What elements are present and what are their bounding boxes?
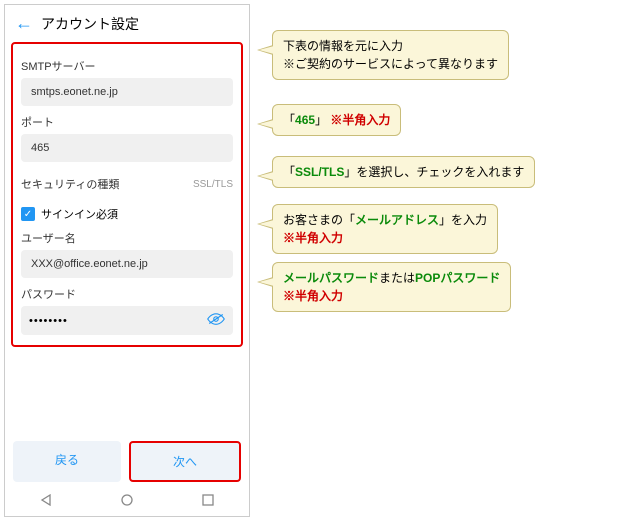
callout-text: 下表の情報を元に入力 [283,37,498,55]
callout-text: ※ご契約のサービスによって異なります [283,55,498,73]
smtp-input[interactable]: smtps.eonet.ne.jp [21,78,233,106]
nav-back-icon[interactable] [40,494,52,509]
nav-recent-icon[interactable] [202,494,214,509]
nav-home-icon[interactable] [121,494,133,509]
password-value: •••••••• [29,315,207,327]
callout-password: メールパスワードまたはPOPパスワード ※半角入力 [272,262,511,312]
android-navbar [5,486,249,516]
security-row[interactable]: セキュリティの種類 SSL/TLS [21,176,233,192]
signin-required-label: サインイン必須 [41,206,118,222]
page-title: アカウント設定 [41,14,139,34]
form-highlight: SMTPサーバー smtps.eonet.ne.jp ポート 465 セキュリテ… [11,42,243,347]
checkbox-icon[interactable]: ✓ [21,207,35,221]
callout-port: 「465」 ※半角入力 [272,104,401,136]
security-label: セキュリティの種類 [21,176,119,192]
password-label: パスワード [21,286,233,302]
callout-username: お客さまの「メールアドレス」を入力 ※半角入力 [272,204,498,254]
eye-icon[interactable] [207,312,225,329]
security-value: SSL/TLS [193,179,233,190]
username-input[interactable]: XXX@office.eonet.ne.jp [21,250,233,278]
header: ← アカウント設定 [5,5,249,42]
signin-required-row[interactable]: ✓ サインイン必須 [21,206,233,222]
back-button[interactable]: 戻る [13,441,121,482]
smtp-label: SMTPサーバー [21,58,233,74]
phone-frame: ← アカウント設定 SMTPサーバー smtps.eonet.ne.jp ポート… [4,4,250,517]
bottom-buttons: 戻る 次へ [13,441,241,482]
port-label: ポート [21,114,233,130]
port-input[interactable]: 465 [21,134,233,162]
password-input[interactable]: •••••••• [21,306,233,335]
username-label: ユーザー名 [21,230,233,246]
callout-security: 「SSL/TLS」を選択し、チェックを入れます [272,156,535,188]
callout-smtp: 下表の情報を元に入力 ※ご契約のサービスによって異なります [272,30,509,80]
next-button[interactable]: 次へ [129,441,241,482]
back-arrow-icon[interactable]: ← [15,13,33,34]
